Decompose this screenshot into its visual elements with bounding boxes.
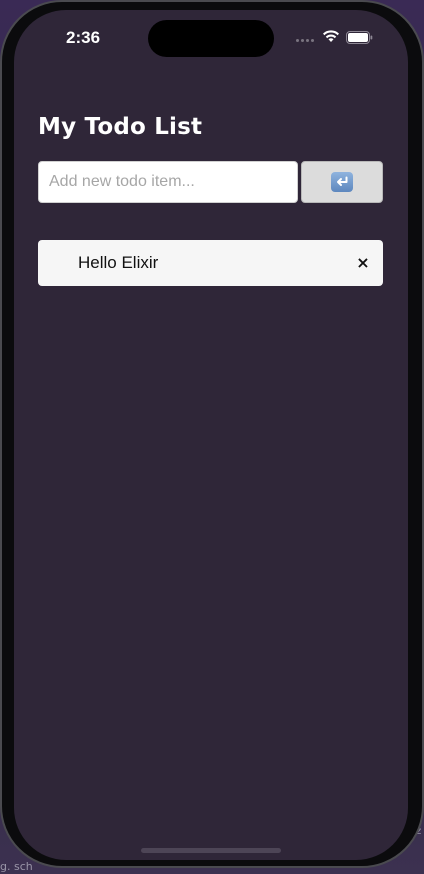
home-indicator[interactable] — [141, 848, 281, 853]
signal-dots-icon — [296, 39, 316, 43]
submit-todo-button[interactable] — [301, 161, 383, 203]
todo-item-text: Hello Elixir — [78, 253, 159, 272]
phone-simulator-frame: 2:36 My Todo List Add new todo item... H… — [0, 0, 424, 868]
delete-todo-button[interactable]: × — [353, 240, 373, 286]
dynamic-island — [148, 20, 274, 57]
todo-app: My Todo List Hello Elixir × — [38, 110, 384, 286]
todo-list-item[interactable]: Hello Elixir × — [38, 240, 383, 286]
wifi-icon — [323, 30, 339, 42]
desktop-text-fragment: g. sch — [0, 860, 33, 873]
todo-list: Hello Elixir × — [38, 240, 384, 286]
new-todo-input[interactable] — [38, 161, 298, 203]
phone-screen: 2:36 My Todo List Add new todo item... H… — [14, 10, 408, 860]
status-time: 2:36 — [66, 28, 101, 47]
return-icon — [331, 172, 353, 192]
status-bar: 2:36 — [14, 10, 408, 64]
new-todo-form — [38, 161, 384, 203]
battery-icon — [346, 31, 373, 44]
page-title: My Todo List — [38, 114, 203, 140]
